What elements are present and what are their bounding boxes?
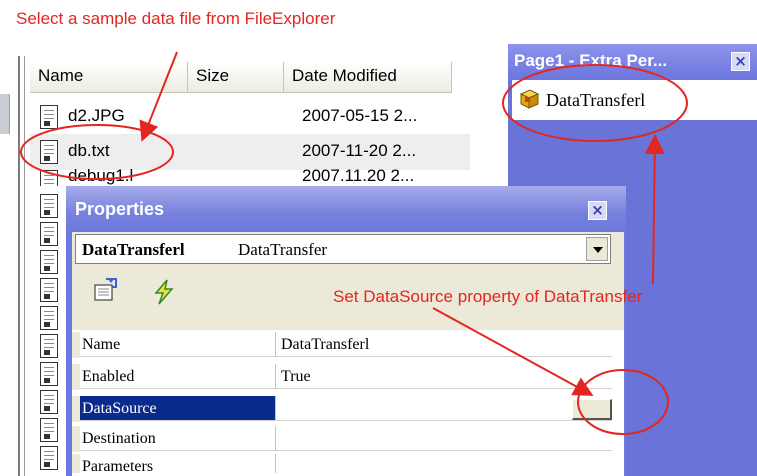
property-name: Parameters (80, 454, 276, 473)
property-row[interactable]: Enabled True (72, 364, 612, 390)
file-name: debug1.l (68, 166, 134, 185)
row-gutter (72, 364, 80, 390)
row-gutter (72, 454, 80, 473)
file-icon (40, 390, 58, 414)
left-gutter (0, 94, 10, 134)
property-name: Name (80, 332, 276, 357)
file-icon (40, 170, 58, 186)
instruction-note-datasource: Set DataSource property of DataTransfer (333, 287, 643, 306)
property-value[interactable]: True (276, 364, 612, 389)
chevron-down-icon[interactable] (586, 237, 608, 261)
events-lightning-icon[interactable] (150, 278, 178, 306)
property-name: Enabled (80, 364, 276, 389)
file-icon (40, 418, 58, 442)
file-icon (40, 250, 58, 274)
property-value[interactable] (276, 426, 612, 451)
property-name: DataSource (80, 396, 276, 421)
column-header-name[interactable]: Name (30, 62, 188, 92)
file-icon (40, 334, 58, 358)
file-icon (40, 222, 58, 246)
property-value[interactable]: DataTransferl (276, 332, 612, 357)
file-icon (40, 140, 58, 164)
object-selector[interactable]: DataTransferl DataTransfer (75, 234, 611, 264)
property-row[interactable]: Destination (72, 426, 612, 452)
file-name: d2.JPG (68, 106, 125, 125)
file-list-header: Name Size Date Modified (30, 62, 452, 93)
property-row[interactable]: Name DataTransferl (72, 332, 612, 358)
file-icon (40, 446, 58, 470)
file-icon (40, 306, 58, 330)
properties-title: Properties (75, 199, 165, 219)
page-panel-close-button[interactable]: × (731, 52, 750, 71)
property-row[interactable]: Parameters (72, 454, 612, 473)
object-name: DataTransferl (82, 240, 185, 259)
file-date: 2007.11.20 2... (302, 166, 415, 185)
column-header-date-modified[interactable]: Date Modified (284, 62, 452, 92)
file-row[interactable]: debug1.l 2007.11.20 2... (30, 166, 470, 186)
file-name: db.txt (68, 141, 110, 160)
component-icon (519, 89, 540, 109)
property-value[interactable] (276, 454, 612, 473)
file-row-selected[interactable]: db.txt 2007-11-20 2... (30, 134, 470, 170)
explorer-divider (24, 56, 25, 476)
property-row-selected[interactable]: DataSource (72, 396, 612, 422)
file-date: 2007-05-15 2... (302, 106, 418, 125)
file-date: 2007-11-20 2... (302, 141, 417, 160)
properties-close-button[interactable]: × (588, 201, 607, 220)
property-value[interactable] (276, 396, 612, 421)
file-icon (40, 105, 58, 129)
column-header-size[interactable]: Size (188, 62, 284, 92)
file-icon (40, 362, 58, 386)
row-gutter (72, 426, 80, 452)
datasource-browse-button[interactable] (572, 399, 612, 420)
file-icon (40, 194, 58, 218)
row-gutter (72, 396, 80, 422)
property-name: Destination (80, 426, 276, 451)
page-item-label: DataTransferl (546, 90, 646, 110)
instruction-note-file: Select a sample data file from FileExplo… (16, 9, 336, 28)
row-gutter (72, 332, 80, 358)
object-type: DataTransfer (238, 240, 328, 259)
page-panel-title: Page1 - Extra Per... (514, 51, 668, 70)
file-icon (40, 278, 58, 302)
properties-icon[interactable] (92, 276, 120, 304)
file-row[interactable]: d2.JPG 2007-05-15 2... (30, 99, 470, 135)
